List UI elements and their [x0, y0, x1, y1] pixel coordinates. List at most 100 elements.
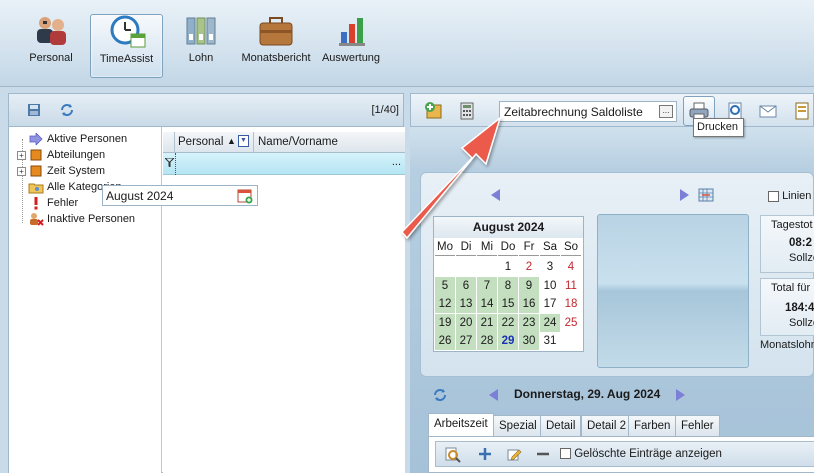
calendar-day[interactable]: 5	[435, 276, 455, 295]
next-day-icon[interactable]	[676, 389, 685, 401]
calendar-weekday: Mi	[477, 238, 497, 256]
toolbar-button-label: TimeAssist	[99, 53, 154, 65]
save-icon[interactable]	[27, 103, 41, 120]
tab-detail[interactable]: Detail	[540, 415, 582, 436]
calendar-day[interactable]: 30	[519, 332, 539, 350]
employee-photo	[597, 214, 749, 368]
calendar-day[interactable]: 14	[477, 295, 497, 313]
toolbar-monatsbericht-button[interactable]: Monatsbericht	[238, 14, 314, 78]
calendar-day[interactable]: 16	[519, 295, 539, 313]
calendar-day[interactable]: 29	[498, 332, 518, 350]
tree-item-inaktive-personen[interactable]: Inaktive Personen	[17, 211, 135, 227]
binders-icon	[181, 14, 221, 48]
refresh-icon[interactable]	[432, 387, 448, 406]
calendar-day[interactable]: 12	[435, 295, 455, 313]
tab-arbeitszeit[interactable]: Arbeitszeit	[428, 413, 494, 436]
column-header-label: Personal	[178, 136, 224, 148]
calendar-day[interactable]: 18	[561, 295, 581, 313]
calculator-icon[interactable]	[456, 100, 478, 122]
calendar-day[interactable]: 21	[477, 313, 497, 332]
prev-day-icon[interactable]	[489, 389, 498, 401]
calendar-day[interactable]: 11	[561, 277, 581, 295]
next-month-icon[interactable]	[680, 189, 689, 201]
toolbar-timeassist-button[interactable]: TimeAssist	[90, 14, 163, 78]
add-report-icon[interactable]	[423, 100, 445, 122]
tree-item-aktive-personen[interactable]: Aktive Personen	[17, 131, 127, 147]
lines-checkbox-label: Linien	[782, 190, 812, 202]
tab-spezial[interactable]: Spezial	[493, 415, 543, 436]
column-header-name[interactable]: Name/Vorname	[255, 132, 405, 153]
filter-row-icon	[163, 157, 176, 169]
lines-checkbox-box[interactable]	[768, 190, 779, 202]
tab-panel: Gelöschte Einträge anzeigen	[428, 436, 814, 473]
expand-icon[interactable]: +	[17, 166, 26, 176]
tree-item-abteilungen[interactable]: + Abteilungen	[17, 147, 105, 163]
calendar-day[interactable]: 15	[498, 295, 518, 313]
day-total-sub: Sollze	[789, 252, 814, 264]
calendar-day[interactable]: 8	[498, 276, 518, 295]
toolbar-auswertung-button[interactable]: Auswertung	[318, 14, 384, 78]
report-select-button[interactable]: ...	[659, 105, 673, 118]
calendar-day[interactable]: 24	[540, 313, 560, 332]
toolbar-personal-button[interactable]: Personal	[20, 14, 82, 78]
calendar-day[interactable]: 6	[456, 276, 476, 295]
calendar-day[interactable]: 28	[477, 332, 497, 350]
search-entries-icon[interactable]	[444, 446, 462, 467]
calendar-day[interactable]: 17	[540, 295, 560, 313]
calendar-picker-icon[interactable]	[237, 188, 253, 207]
total-title: Total für	[771, 282, 811, 294]
people-icon	[31, 14, 71, 48]
tree-item-label: Zeit System	[47, 165, 106, 177]
tree-item-label: Aktive Personen	[47, 133, 128, 145]
calendar-day[interactable]: 23	[519, 313, 539, 332]
calendar-day[interactable]: 3	[540, 258, 560, 276]
grid-filter-row[interactable]: ...	[163, 153, 405, 175]
month-input[interactable]: August 2024	[102, 185, 258, 206]
orange-square-icon	[28, 148, 44, 162]
tab-fehler[interactable]: Fehler	[675, 415, 720, 436]
toolbar-button-label: Monatsbericht	[241, 52, 311, 64]
bar-chart-icon	[331, 14, 371, 48]
expand-icon[interactable]: +	[17, 150, 26, 160]
refresh-icon[interactable]	[59, 102, 75, 121]
person-x-icon	[28, 212, 44, 226]
document-icon[interactable]	[791, 100, 813, 122]
report-select-value: Zeitabrechnung Saldoliste	[504, 105, 643, 119]
calendar-day[interactable]: 26	[435, 332, 455, 350]
lines-checkbox[interactable]: Linien	[768, 190, 811, 202]
tab-farben[interactable]: Farben	[628, 415, 677, 436]
show-deleted-checkbox[interactable]: Gelöschte Einträge anzeigen	[560, 448, 722, 460]
edit-entry-icon[interactable]	[506, 446, 522, 465]
folder-key-icon	[28, 180, 44, 194]
calendar-day[interactable]: 19	[435, 313, 455, 332]
month-grid-icon[interactable]	[698, 187, 714, 206]
toolbar-button-label: Lohn	[188, 52, 214, 64]
calendar-day[interactable]: 7	[477, 276, 497, 295]
tree-item-zeit-system[interactable]: + Zeit System	[17, 163, 105, 179]
calendar-day[interactable]: 2	[519, 258, 539, 276]
filter-icon[interactable]: ▼	[238, 135, 249, 147]
email-icon[interactable]	[757, 100, 779, 122]
column-header-personal[interactable]: Personal ▲ ▼	[175, 132, 254, 153]
tab-detail-2[interactable]: Detail 2	[581, 415, 632, 436]
calendar-grid: Mo Di Mi Do Fr Sa So 1 2 3 4 5 6 7 8 9 10 11 12 13 14 15 16 17 1…	[435, 238, 583, 351]
calendar-day[interactable]: 4	[561, 258, 581, 276]
day-total-box: Tagestot 08:2 Sollze	[760, 215, 814, 273]
calendar-day[interactable]: 31	[540, 332, 560, 350]
toolbar-lohn-button[interactable]: Lohn	[170, 14, 232, 78]
prev-month-icon[interactable]	[491, 189, 500, 201]
calendar-day[interactable]: 13	[456, 295, 476, 313]
add-entry-icon[interactable]	[477, 446, 493, 465]
remove-entry-icon[interactable]	[535, 446, 551, 465]
filter-ellipsis-button[interactable]: ...	[392, 156, 401, 168]
tree-item-fehler[interactable]: Fehler	[17, 195, 78, 211]
calendar-day[interactable]: 1	[498, 258, 518, 276]
show-deleted-checkbox-box[interactable]	[560, 448, 571, 460]
calendar-day[interactable]: 25	[561, 314, 581, 332]
calendar-day[interactable]: 20	[456, 313, 476, 332]
calendar-day[interactable]: 27	[456, 332, 476, 350]
calendar-day[interactable]: 10	[540, 277, 560, 295]
calendar-day[interactable]: 9	[519, 276, 539, 295]
calendar-day[interactable]: 22	[498, 313, 518, 332]
report-select[interactable]: Zeitabrechnung Saldoliste ...	[499, 101, 677, 122]
